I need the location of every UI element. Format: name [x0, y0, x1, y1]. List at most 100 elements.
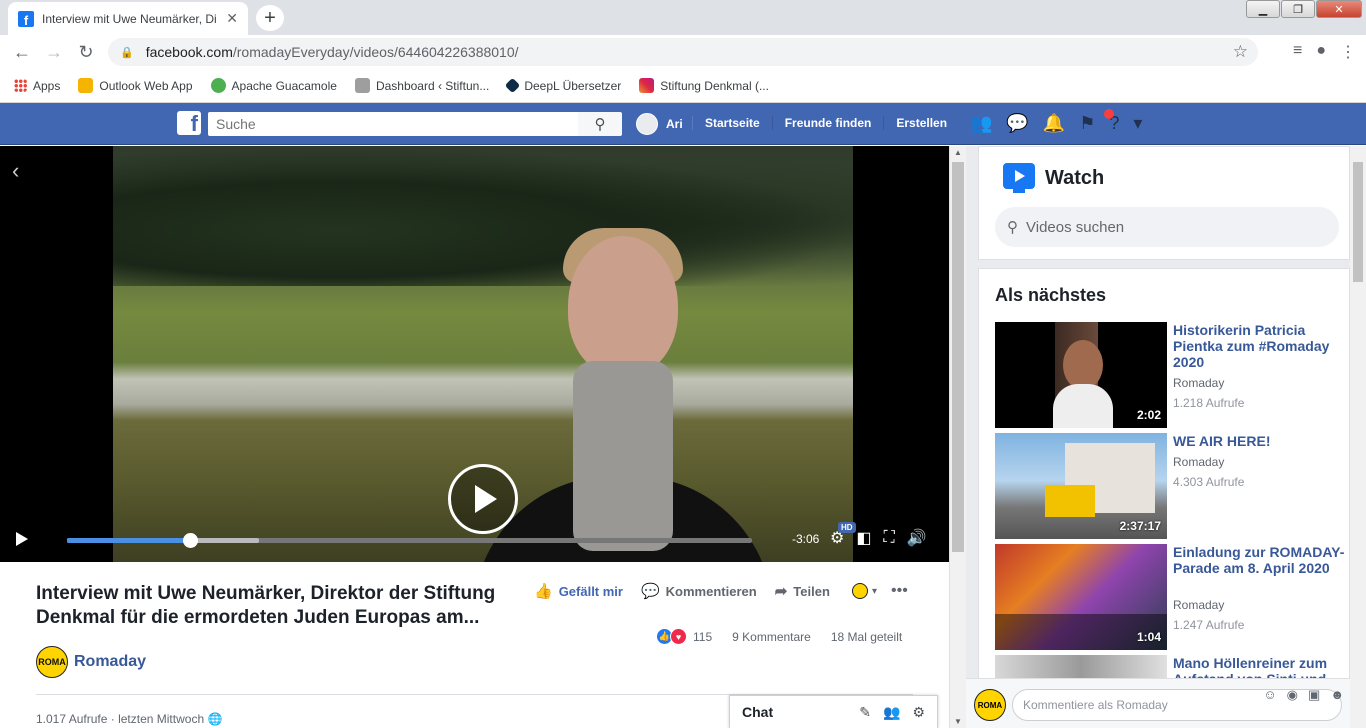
play-button[interactable] — [16, 532, 28, 546]
chevron-down-icon: ▾ — [872, 585, 878, 597]
nav-create[interactable]: Erstellen — [883, 116, 959, 130]
browser-tab-active[interactable]: f Interview mit Uwe Neumärker, Di ✕ — [8, 2, 248, 35]
watch-tv-icon — [1003, 163, 1035, 189]
bookmark-apps[interactable]: Apps — [14, 79, 60, 93]
messenger-icon[interactable]: 💬 — [1006, 113, 1028, 134]
new-tab-button[interactable]: + — [256, 5, 284, 31]
facebook-logo-icon[interactable]: f — [177, 111, 201, 135]
page-identity-selector[interactable]: ▾ ••• — [852, 582, 908, 600]
chevron-left-icon[interactable]: ‹ — [12, 158, 19, 184]
scroll-up-icon[interactable]: ▲ — [954, 148, 962, 157]
up-next-heading: Als nächstes — [995, 285, 1107, 305]
browser-tabstrip: f Interview mit Uwe Neumärker, Di ✕ + ▁ … — [0, 0, 1366, 35]
post-meta: 1.017 Aufrufe · letzten Mittwoch 🌐 — [36, 712, 222, 726]
seek-handle[interactable] — [183, 533, 199, 548]
pages-icon[interactable]: ⚑ — [1079, 113, 1095, 134]
video-thumbnail[interactable]: 2:02 — [995, 322, 1167, 428]
account-menu-chevron-down-icon[interactable]: ▾ — [1133, 113, 1142, 134]
back-arrow-icon[interactable]: ← — [6, 42, 38, 63]
nav-find-friends[interactable]: Freunde finden — [771, 116, 884, 130]
video-page[interactable]: Romaday — [1173, 455, 1224, 469]
reactions-summary[interactable]: 👍 ♥ 115 — [656, 628, 712, 645]
video-thumbnail[interactable]: 2:37:17 — [995, 433, 1167, 539]
video-duration: 1:04 — [1136, 630, 1161, 644]
meta-separator: · — [110, 712, 115, 726]
close-icon[interactable]: ✕ — [226, 10, 238, 27]
volume-icon[interactable]: 🔊 — [907, 528, 927, 548]
friend-requests-icon[interactable]: 👥 — [970, 113, 992, 134]
profile-icon[interactable]: ● — [1316, 42, 1326, 62]
sidebar-scrollbar-thumb[interactable] — [1353, 162, 1363, 282]
scroll-down-icon[interactable]: ▼ — [954, 717, 962, 726]
video-link-title[interactable]: Historikerin Patricia Pientka zum #Romad… — [1173, 322, 1345, 370]
post-date[interactable]: letzten Mittwoch — [118, 712, 204, 726]
window-close-button[interactable]: ✕ — [1316, 0, 1362, 18]
reload-icon[interactable]: ↻ — [70, 42, 102, 63]
forward-arrow-icon[interactable]: → — [38, 42, 70, 63]
picture-in-picture-icon[interactable]: ◧ — [856, 528, 871, 548]
gif-icon[interactable]: ▣ — [1308, 687, 1320, 703]
watch-title[interactable]: Watch — [1045, 167, 1104, 190]
bookmark-instagram[interactable]: Stiftung Denkmal (... — [639, 78, 769, 93]
group-icon[interactable]: 👥 — [883, 704, 900, 721]
bookmark-outlook[interactable]: Outlook Web App — [78, 78, 193, 93]
url-host: facebook.com — [145, 44, 233, 60]
sticker-icon[interactable]: ☻ — [1330, 687, 1344, 703]
main-scrollbar[interactable]: ▲ ▼ — [949, 146, 966, 728]
comment-icons: ☺ ◉ ▣ ☻ — [1263, 687, 1344, 703]
video-thumbnail[interactable]: 1:04 — [995, 544, 1167, 650]
watch-sidebar: Watch ⚲ Videos suchen Als nächstes 2:02 … — [966, 146, 1350, 728]
video-player[interactable] — [0, 146, 949, 562]
page-row: ROMA Romaday — [36, 646, 146, 678]
list-item[interactable]: 2:37:17 WE AIR HERE! Romaday 4.303 Aufru… — [995, 433, 1345, 539]
comments-count[interactable]: 9 Kommentare — [732, 630, 811, 644]
bookmark-deepl[interactable]: DeepL Übersetzer — [505, 77, 621, 94]
share-button[interactable]: ➦ Teilen — [775, 582, 830, 600]
commenter-avatar: ROMA — [974, 689, 1006, 721]
view-count: 1.017 Aufrufe — [36, 712, 108, 726]
scrollbar-thumb[interactable] — [952, 162, 964, 552]
page-logo[interactable]: ROMA — [36, 646, 68, 678]
chat-bar[interactable]: Chat ✎ 👥 ⚙ — [729, 695, 938, 728]
page-name[interactable]: Romaday — [74, 653, 146, 671]
video-duration: 2:37:17 — [1119, 519, 1161, 533]
sidebar-scrollbar[interactable] — [1350, 146, 1366, 728]
nav-home[interactable]: Startseite — [692, 116, 772, 130]
camera-icon[interactable]: ◉ — [1287, 687, 1298, 703]
gear-icon[interactable]: ⚙ — [912, 704, 925, 721]
bookmark-dashboard[interactable]: Dashboard ‹ Stiftun... — [354, 78, 489, 93]
media-queue-icon[interactable]: ≡ — [1293, 42, 1302, 62]
search-input[interactable] — [208, 112, 578, 136]
video-page[interactable]: Romaday — [1173, 376, 1224, 390]
page-avatar — [852, 583, 868, 599]
facebook-favicon-icon: f — [18, 10, 34, 27]
maximize-button[interactable]: ❐ — [1281, 0, 1315, 18]
list-item[interactable]: 2:02 Historikerin Patricia Pientka zum #… — [995, 322, 1345, 428]
emoji-icon[interactable]: ☺ — [1263, 687, 1276, 703]
profile-link[interactable]: Ari — [636, 113, 683, 135]
bookmark-guacamole[interactable]: Apache Guacamole — [210, 78, 337, 93]
list-item[interactable]: 1:04 Einladung zur ROMADAY-Parade am 8. … — [995, 544, 1345, 650]
comment-button[interactable]: 💬 Kommentieren — [641, 582, 757, 600]
search-icon[interactable]: ⚲ — [578, 112, 622, 136]
video-search-input[interactable]: ⚲ Videos suchen — [995, 207, 1339, 247]
notification-badge — [1104, 109, 1114, 119]
more-options-icon[interactable]: ••• — [891, 582, 908, 600]
fullscreen-icon[interactable]: ⛶ — [883, 529, 894, 547]
thumb-shirt — [1053, 384, 1113, 428]
address-bar[interactable]: 🔒 facebook.com/romadayEveryday/videos/64… — [108, 38, 1258, 66]
video-link-title[interactable]: WE AIR HERE! — [1173, 433, 1345, 449]
notifications-icon[interactable]: 🔔 — [1043, 113, 1065, 134]
bookmark-star-icon[interactable]: ☆ — [1233, 42, 1248, 62]
played-bar — [67, 538, 191, 543]
menu-kebab-icon[interactable]: ⋮ — [1340, 42, 1356, 62]
video-views: 1.218 Aufrufe — [1173, 396, 1245, 410]
video-page[interactable]: Romaday — [1173, 598, 1224, 612]
minimize-button[interactable]: ▁ — [1246, 0, 1280, 18]
browser-toolbar: ← → ↻ 🔒 facebook.com/romadayEveryday/vid… — [0, 35, 1366, 69]
compose-icon[interactable]: ✎ — [859, 704, 871, 721]
seek-bar[interactable] — [67, 533, 752, 548]
like-button[interactable]: 👍 Gefällt mir — [534, 582, 623, 600]
shares-count[interactable]: 18 Mal geteilt — [831, 630, 902, 644]
video-link-title[interactable]: Einladung zur ROMADAY-Parade am 8. April… — [1173, 544, 1345, 576]
